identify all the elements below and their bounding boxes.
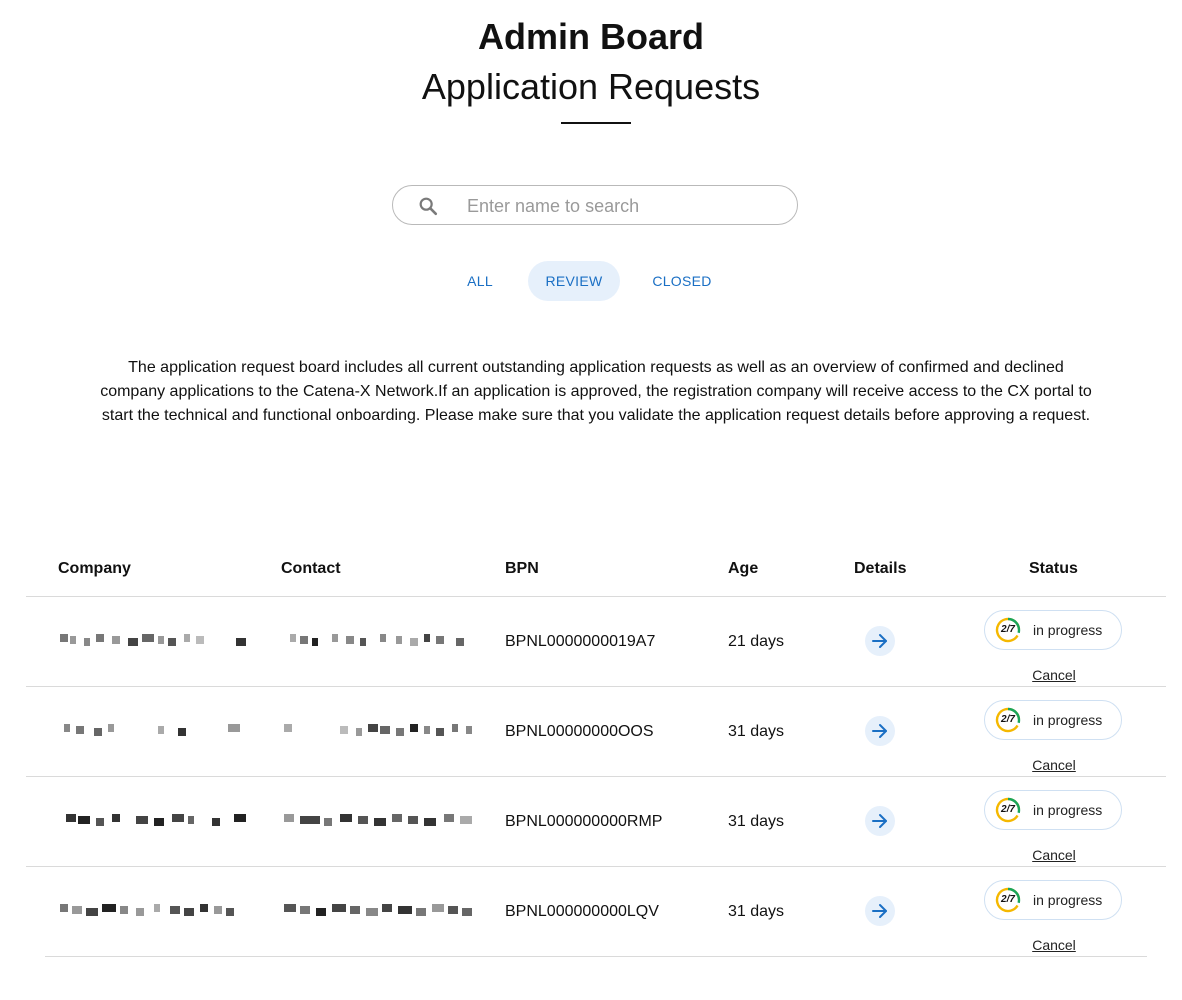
arrow-right-icon bbox=[872, 724, 887, 738]
view-tabs: ALL REVIEW CLOSED bbox=[0, 261, 1182, 301]
status-badge: 2/7 in progress bbox=[984, 880, 1122, 920]
column-header-bpn: BPN bbox=[505, 560, 539, 577]
progress-count: 2/7 bbox=[1001, 894, 1015, 905]
column-header-status: Status bbox=[1029, 560, 1078, 577]
table-row: BPNL0000000019A7 21 days 2/7 in progress Can… bbox=[0, 597, 1182, 687]
age-value: 21 days bbox=[728, 633, 785, 650]
arrow-right-icon bbox=[872, 634, 887, 648]
column-header-company: Company bbox=[58, 560, 131, 577]
search-input[interactable] bbox=[465, 192, 779, 220]
status-badge: 2/7 in progress bbox=[984, 700, 1122, 740]
board-description: The application request board includes a… bbox=[100, 359, 1092, 424]
table-header: Company Contact BPN Age Details Status bbox=[0, 558, 1182, 580]
table-row: BPNL000000000RMP 31 days 2/7 in progress Can… bbox=[0, 777, 1182, 867]
arrow-right-icon bbox=[872, 904, 887, 918]
details-button[interactable] bbox=[865, 806, 895, 836]
tab-all[interactable]: ALL bbox=[452, 261, 508, 301]
details-button[interactable] bbox=[865, 716, 895, 746]
cancel-link[interactable]: Cancel bbox=[1004, 756, 1104, 774]
column-header-details: Details bbox=[854, 560, 907, 577]
tab-review[interactable]: REVIEW bbox=[528, 261, 620, 301]
bpn-value: BPNL000000000LQV bbox=[505, 903, 659, 920]
contact-redacted bbox=[0, 904, 472, 918]
table-row: BPNL000000000LQV 31 days 2/7 in progress Can… bbox=[0, 867, 1182, 957]
details-button[interactable] bbox=[865, 896, 895, 926]
page-subtitle: Application Requests bbox=[421, 66, 761, 107]
progress-count: 2/7 bbox=[1001, 804, 1015, 815]
age-value: 31 days bbox=[728, 903, 785, 920]
progress-count: 2/7 bbox=[1001, 714, 1015, 725]
contact-redacted bbox=[0, 634, 464, 648]
status-badge: 2/7 in progress bbox=[984, 790, 1122, 830]
bpn-value: BPNL0000000019A7 bbox=[505, 633, 656, 650]
page-title: Admin Board bbox=[477, 16, 704, 57]
status-label: in progress bbox=[1033, 712, 1103, 728]
search-bar bbox=[392, 185, 798, 225]
contact-redacted bbox=[0, 814, 472, 828]
table-row: BPNL00000000OOS 31 days 2/7 in progress Canc… bbox=[0, 687, 1182, 777]
status-label: in progress bbox=[1033, 892, 1103, 908]
column-header-contact: Contact bbox=[281, 560, 341, 577]
tab-closed[interactable]: CLOSED bbox=[640, 261, 724, 301]
progress-count: 2/7 bbox=[1001, 624, 1015, 635]
age-value: 31 days bbox=[728, 723, 785, 740]
cancel-link[interactable]: Cancel bbox=[1004, 936, 1104, 954]
cancel-link[interactable]: Cancel bbox=[1004, 666, 1104, 684]
title-underline bbox=[561, 122, 631, 124]
arrow-right-icon bbox=[872, 814, 887, 828]
status-label: in progress bbox=[1033, 802, 1103, 818]
details-button[interactable] bbox=[865, 626, 895, 656]
age-value: 31 days bbox=[728, 813, 785, 830]
bpn-value: BPNL000000000RMP bbox=[505, 813, 663, 830]
search-icon[interactable] bbox=[417, 195, 439, 217]
column-header-age: Age bbox=[728, 560, 759, 577]
contact-redacted bbox=[0, 724, 472, 738]
bpn-value: BPNL00000000OOS bbox=[505, 723, 654, 740]
cancel-link[interactable]: Cancel bbox=[1004, 846, 1104, 864]
status-label: in progress bbox=[1033, 622, 1103, 638]
status-badge: 2/7 in progress bbox=[984, 610, 1122, 650]
row-divider bbox=[45, 956, 1147, 957]
